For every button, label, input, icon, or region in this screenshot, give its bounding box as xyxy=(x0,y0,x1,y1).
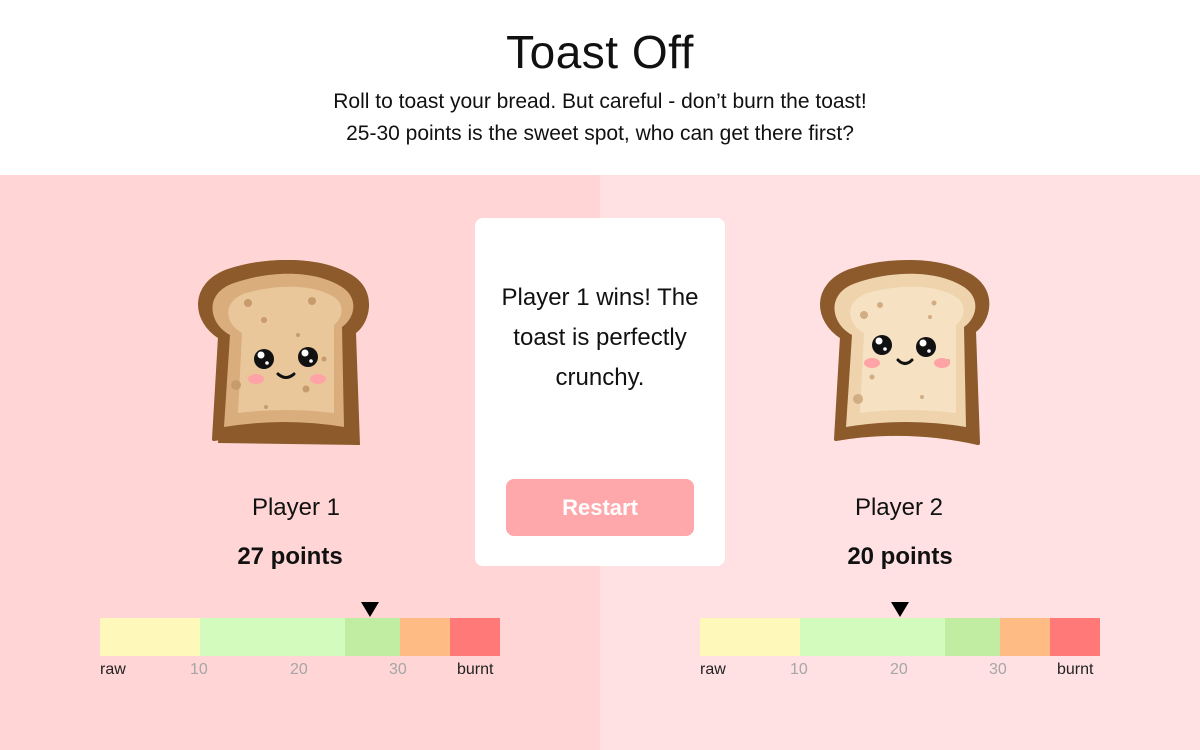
restart-button[interactable]: Restart xyxy=(506,479,694,536)
meter-zone-toasting xyxy=(200,618,345,656)
meter-label-burnt: burnt xyxy=(457,661,494,678)
meter-label-burnt: burnt xyxy=(1057,661,1094,678)
win-message: Player 1 wins! The toast is perfectly cr… xyxy=(501,284,699,391)
meter-zone-sweet-spot xyxy=(345,618,400,656)
light-bread-icon xyxy=(820,260,990,445)
page-title: Toast Off xyxy=(506,26,694,78)
meter-label-10: 10 xyxy=(790,661,808,678)
player-1-toast-meter xyxy=(100,602,500,656)
instructions-line-1: Roll to toast your bread. But careful - … xyxy=(333,90,867,113)
meter-label-30: 30 xyxy=(989,661,1007,678)
meter-zone-raw xyxy=(100,618,200,656)
meter-label-10: 10 xyxy=(190,661,208,678)
meter-label-raw: raw xyxy=(700,661,726,678)
meter-label-20: 20 xyxy=(890,661,908,678)
meter-zone-raw xyxy=(700,618,800,656)
meter-zone-toasting xyxy=(800,618,945,656)
player-1-score-marker-icon xyxy=(361,602,379,617)
meter-zone-burnt xyxy=(1050,618,1100,656)
meter-zone-overdone xyxy=(400,618,450,656)
player-2-toast-meter xyxy=(700,602,1100,656)
win-dialog: Player 1 wins! The toast is perfectly cr… xyxy=(475,218,725,566)
player-2-score-marker-icon xyxy=(891,602,909,617)
meter-zone-sweet-spot xyxy=(945,618,1000,656)
meter-zone-overdone xyxy=(1000,618,1050,656)
instructions-line-2: 25-30 points is the sweet spot, who can … xyxy=(346,122,854,145)
meter-label-raw: raw xyxy=(100,661,126,678)
header: Toast Off Roll to toast your bread. But … xyxy=(0,0,1200,175)
toasted-bread-icon xyxy=(198,259,370,445)
meter-label-30: 30 xyxy=(389,661,407,678)
meter-zone-burnt xyxy=(450,618,500,656)
meter-label-20: 20 xyxy=(290,661,308,678)
